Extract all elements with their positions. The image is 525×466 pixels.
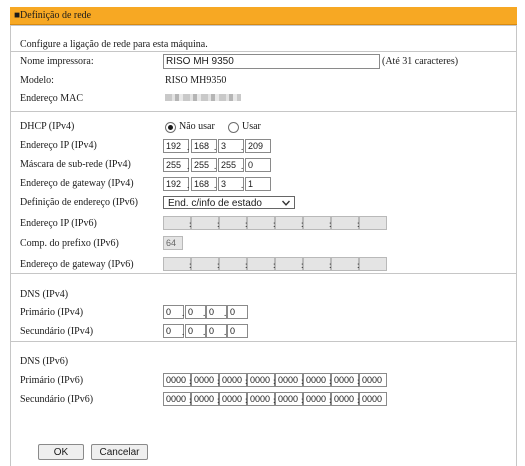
dns-ipv4-title: DNS (IPv4) [20,289,69,300]
dns6-secondary-segment[interactable]: 0000 [303,392,331,406]
ipv6-segment[interactable] [247,216,275,230]
printer-name-label: Nome impressora: [20,56,94,67]
subnet-mask-label: Máscara de sub-rede (IPv4) [20,159,131,170]
divider [10,341,517,342]
dot-separator: . [214,180,217,190]
dhcp-on-label: Usar [242,121,261,132]
dns6-primary-segment[interactable]: 0000 [247,373,275,387]
ipv6-gateway-segment[interactable] [331,257,359,271]
ipv4-address-label: Endereço IP (IPv4) [20,140,97,151]
subnet-octet-4[interactable]: 0 [245,158,271,172]
gateway-octet-1[interactable]: 192 [163,177,189,191]
ipv6-definition-select[interactable]: End. c/info de estado [163,196,295,209]
divider [10,111,517,112]
dot-separator: . [182,308,185,318]
dns6-primary-segment[interactable]: 0000 [303,373,331,387]
dot-separator: . [187,161,190,171]
dot-separator: . [224,327,227,337]
gateway-ipv4-label: Endereço de gateway (IPv4) [20,178,134,189]
dns6-primary-segment[interactable]: 0000 [191,373,219,387]
ipv6-gateway-segment[interactable] [247,257,275,271]
divider [10,51,517,52]
ipv6-segment[interactable] [275,216,303,230]
dns6-secondary-segment[interactable]: 0000 [331,392,359,406]
ipv6-gateway-segment[interactable] [275,257,303,271]
divider [10,273,517,274]
ipv6-gateway-segment[interactable] [191,257,219,271]
dhcp-label: DHCP (IPv4) [20,121,75,132]
dns-ipv4-secondary-label: Secundário (IPv4) [20,326,94,337]
dns4-secondary-octet-1[interactable]: 0 [163,324,184,338]
dns4-secondary-octet-4[interactable]: 0 [227,324,248,338]
dns6-primary-segment[interactable]: 0000 [163,373,191,387]
printer-name-hint: (Até 31 caracteres) [382,56,459,67]
ipv4-octet-4[interactable]: 209 [245,139,271,153]
dhcp-off-label: Não usar [179,121,215,132]
dns-ipv6-secondary-label: Secundário (IPv6) [20,394,94,405]
dns6-secondary-segment[interactable]: 0000 [219,392,247,406]
dns6-primary-segment[interactable]: 0000 [359,373,387,387]
dot-separator: . [241,142,244,152]
ipv6-gateway-segment[interactable] [163,257,191,271]
printer-name-field[interactable]: RISO MH 9350 [163,54,380,69]
ipv4-octet-1[interactable]: 192 [163,139,189,153]
panel-title: ■Definição de rede [14,10,92,21]
intro-text: Configure a ligação de rede para esta má… [20,39,208,50]
chevron-down-icon [282,200,290,206]
mac-address-redacted [165,94,241,101]
ipv6-address-label: Endereço IP (IPv6) [20,218,97,229]
dhcp-off-radio[interactable] [165,122,176,133]
dns4-primary-octet-1[interactable]: 0 [163,305,184,319]
ipv6-definition-label: Definição de endereço (IPv6) [20,197,138,208]
dot-separator: . [187,180,190,190]
panel-header: ■Definição de rede [10,7,517,25]
ipv6-segment[interactable] [359,216,387,230]
ipv6-segment[interactable] [303,216,331,230]
dot-separator: . [214,161,217,171]
dot-separator: . [187,142,190,152]
dns6-primary-segment[interactable]: 0000 [275,373,303,387]
ipv6-gateway-segment[interactable] [219,257,247,271]
dot-separator: . [203,327,206,337]
dns6-primary-segment[interactable]: 0000 [219,373,247,387]
gateway-ipv6-label: Endereço de gateway (IPv6) [20,259,134,270]
dns6-secondary-segment[interactable]: 0000 [247,392,275,406]
ipv6-gateway-segment[interactable] [303,257,331,271]
dot-separator: . [182,327,185,337]
dot-separator: . [214,142,217,152]
dns6-secondary-segment[interactable]: 0000 [359,392,387,406]
dot-separator: . [203,308,206,318]
ipv6-segment[interactable] [331,216,359,230]
dns6-secondary-segment[interactable]: 0000 [191,392,219,406]
dhcp-on-radio[interactable] [228,122,239,133]
ipv6-segment[interactable] [191,216,219,230]
ipv6-definition-value: End. c/info de estado [168,198,262,209]
cancel-button[interactable]: Cancelar [91,444,148,460]
ipv6-gateway-segment[interactable] [359,257,387,271]
dot-separator: . [224,308,227,318]
dot-separator: . [241,180,244,190]
dns6-secondary-segment[interactable]: 0000 [163,392,191,406]
divider [10,25,517,26]
dns-ipv6-primary-label: Primário (IPv6) [20,375,84,386]
ipv6-segment[interactable] [219,216,247,230]
dns6-secondary-segment[interactable]: 0000 [275,392,303,406]
model-value: RISO MH9350 [165,75,227,86]
ok-button[interactable]: OK [38,444,84,460]
model-label: Modelo: [20,75,54,86]
dns4-primary-octet-4[interactable]: 0 [227,305,248,319]
dns6-primary-segment[interactable]: 0000 [331,373,359,387]
subnet-octet-1[interactable]: 255 [163,158,189,172]
gateway-octet-4[interactable]: 1 [245,177,271,191]
ipv6-segment[interactable] [163,216,191,230]
prefix-length-label: Comp. do prefixo (IPv6) [20,238,119,249]
mac-address-label: Endereço MAC [20,93,84,104]
prefix-length-field[interactable]: 64 [163,236,183,250]
dns-ipv4-primary-label: Primário (IPv4) [20,307,84,318]
dns-ipv6-title: DNS (IPv6) [20,356,69,367]
dot-separator: . [241,161,244,171]
